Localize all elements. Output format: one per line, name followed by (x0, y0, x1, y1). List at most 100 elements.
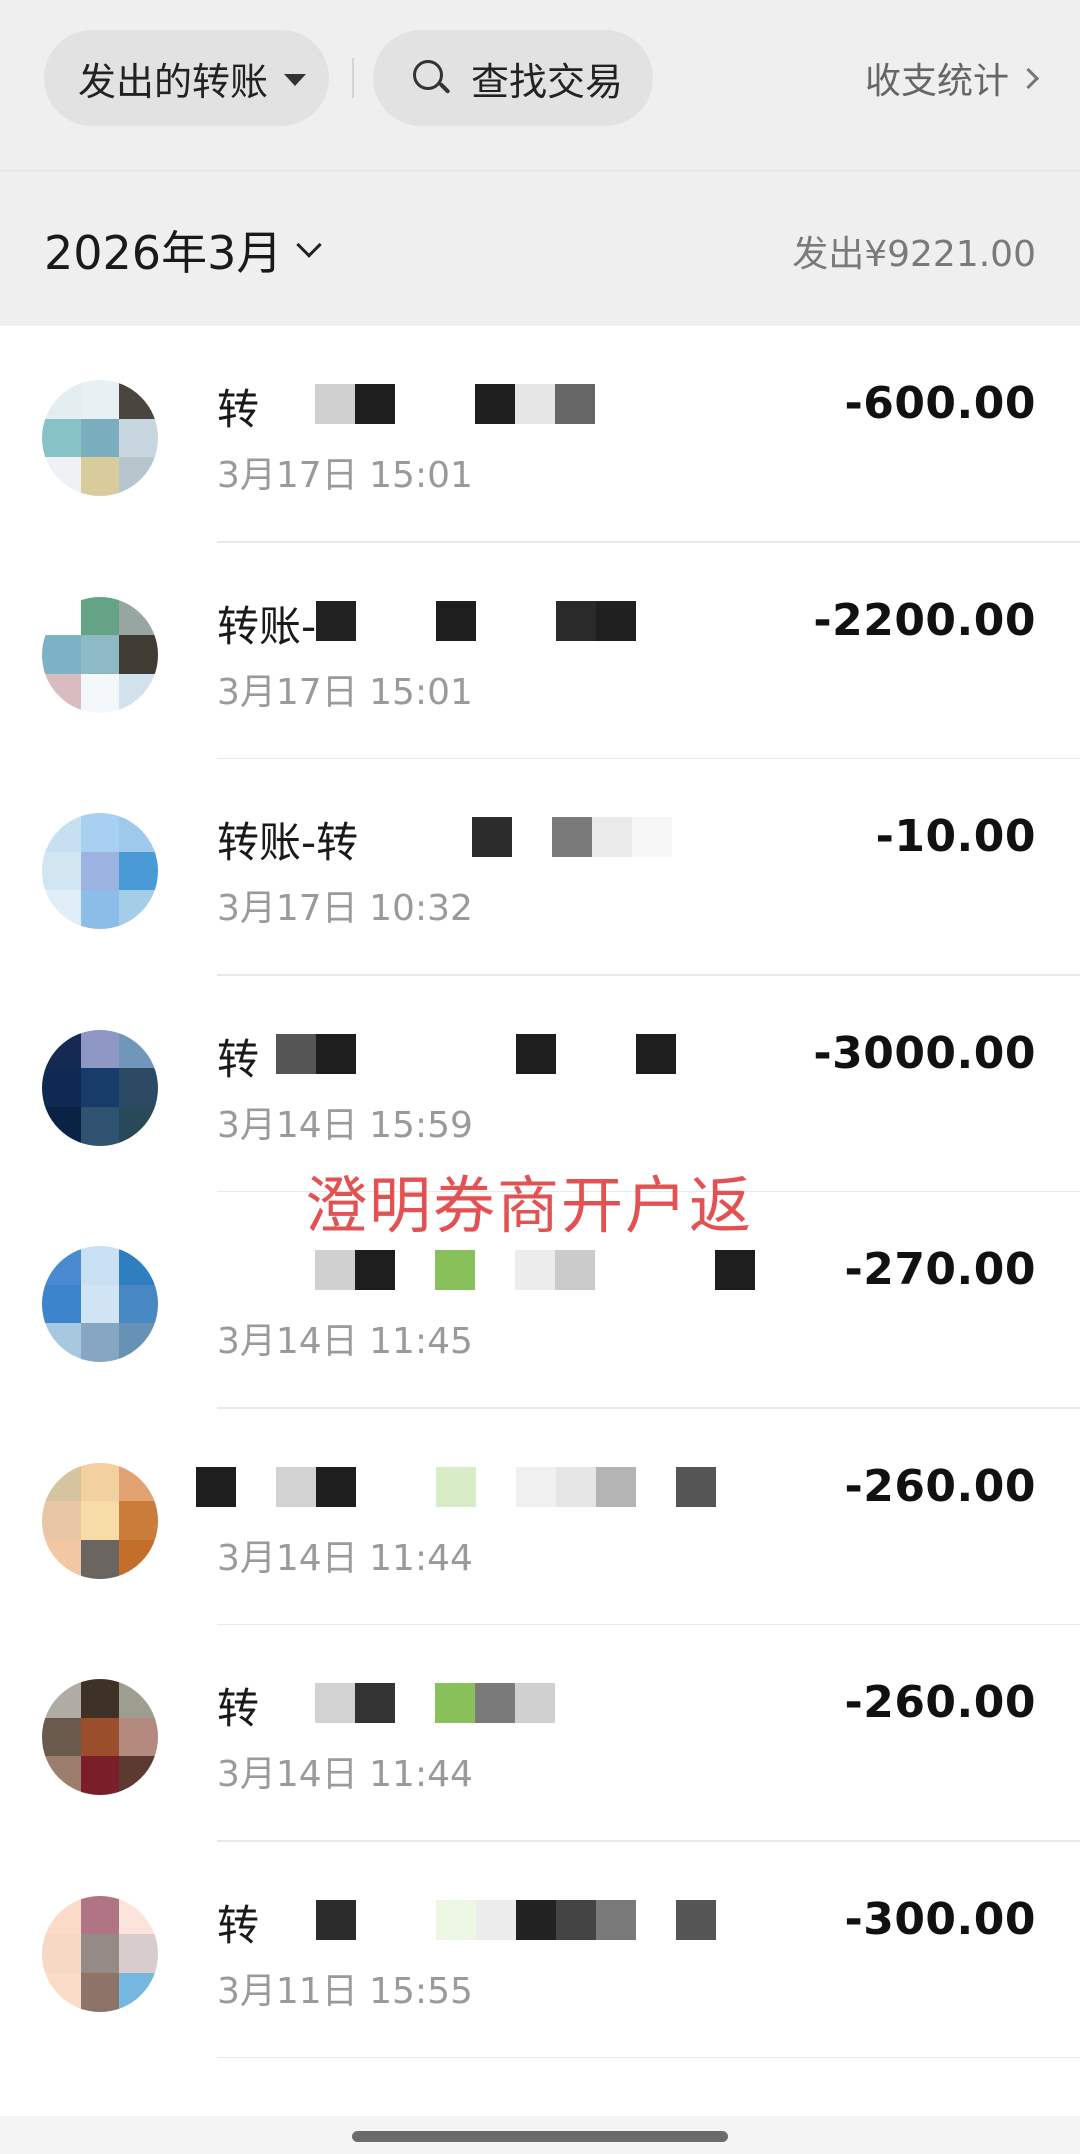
mosaic-cell (119, 673, 158, 713)
mosaic-cell (196, 1466, 236, 1507)
mosaic-cell (355, 1683, 395, 1723)
avatar-pixel-mosaic (42, 1679, 158, 1795)
mosaic-cell (516, 600, 556, 641)
mosaic-cell (276, 1466, 316, 1507)
mosaic-cell (516, 1466, 556, 1507)
mosaic-cell (119, 1462, 158, 1502)
mosaic-cell (42, 1501, 81, 1540)
month-selector[interactable]: 2026年3月 (44, 217, 323, 283)
mosaic-cell (556, 1033, 596, 1074)
mosaic-cell (119, 1717, 158, 1757)
mosaic-cell (356, 1466, 396, 1507)
transaction-title: 转账- (217, 601, 317, 651)
mosaic-cell (80, 813, 120, 852)
mosaic-cell (119, 1972, 158, 2012)
mosaic-cell (552, 817, 592, 857)
transaction-row[interactable]: 转 3月14日 11:44 -260.00 (0, 1625, 1080, 1842)
mosaic-cell (42, 635, 81, 674)
redaction-mosaic (315, 1250, 755, 1290)
transaction-time: 3月14日 11:44 (217, 1537, 473, 1579)
mosaic-cell (42, 1717, 81, 1757)
mosaic-cell (42, 1679, 81, 1718)
mosaic-cell (515, 1250, 555, 1290)
mosaic-cell (556, 600, 596, 641)
mosaic-cell (42, 1029, 81, 1069)
home-indicator[interactable] (352, 2131, 728, 2142)
mosaic-cell (472, 817, 512, 857)
income-expense-stats-link[interactable]: 收支统计 (864, 50, 1040, 106)
transaction-row[interactable]: 转 3月17日 15:01 -600.00 (0, 326, 1080, 543)
mosaic-cell (119, 1679, 158, 1718)
top-toolbar: 发出的转账 查找交易 收支统计 (0, 0, 1080, 170)
redaction-mosaic (315, 384, 595, 424)
mosaic-cell (396, 600, 436, 641)
transaction-title: 转 (217, 385, 260, 434)
mosaic-cell (396, 1466, 436, 1507)
mosaic-cell (676, 1466, 716, 1507)
transaction-title: 转账-转 (217, 818, 359, 867)
avatar (42, 1246, 158, 1362)
mosaic-cell (80, 1029, 120, 1069)
transaction-time: 3月14日 11:44 (217, 1754, 473, 1795)
transaction-time: 3月14日 15:59 (217, 1104, 473, 1146)
transaction-time: 3月17日 15:01 (217, 671, 473, 713)
mosaic-cell (119, 635, 158, 674)
mosaic-cell (356, 1899, 396, 1940)
mosaic-cell (435, 1683, 475, 1723)
mosaic-cell (119, 1895, 158, 1935)
redaction-mosaic (316, 600, 636, 641)
mosaic-cell (515, 384, 555, 424)
mosaic-cell (355, 384, 395, 424)
stats-label: 收支统计 (864, 61, 1009, 102)
avatar-pixel-mosaic (42, 380, 158, 496)
transaction-row[interactable]: 3月14日 11:44 -260.00 (0, 1409, 1080, 1625)
mosaic-cell (632, 817, 672, 857)
transaction-time: 3月17日 10:32 (217, 888, 473, 929)
mosaic-cell (515, 1683, 555, 1723)
mosaic-cell (80, 1539, 120, 1579)
mosaic-cell (80, 457, 120, 496)
mosaic-cell (675, 1250, 715, 1290)
mosaic-cell (119, 1934, 158, 1973)
search-icon (411, 58, 451, 98)
transfer-filter-dropdown[interactable]: 发出的转账 (44, 30, 329, 126)
mosaic-cell (596, 1033, 636, 1074)
mosaic-cell (676, 1899, 716, 1940)
mosaic-cell (436, 1466, 476, 1507)
transaction-amount: -300.00 (844, 1893, 1036, 1945)
mosaic-cell (80, 1972, 120, 2012)
mosaic-cell (596, 600, 636, 641)
transaction-amount: -270.00 (844, 1244, 1036, 1295)
mosaic-cell (396, 1033, 436, 1074)
avatar (42, 596, 158, 713)
mosaic-cell (435, 384, 475, 424)
avatar-pixel-mosaic (42, 1895, 158, 2012)
mosaic-cell (80, 1068, 120, 1107)
transaction-row[interactable]: 转账- 3月17日 15:01 -2200.00 (0, 543, 1080, 759)
mosaic-cell (42, 418, 81, 458)
caret-down-icon (284, 74, 307, 86)
mosaic-cell (592, 817, 632, 857)
transaction-row[interactable]: 转账-转 3月17日 10:32 -10.00 (0, 759, 1080, 976)
mosaic-cell (236, 1466, 276, 1507)
month-total-sent: 发出¥9221.00 (792, 234, 1036, 275)
mosaic-cell (516, 1899, 556, 1940)
mosaic-cell (80, 635, 120, 674)
search-transactions-button[interactable]: 查找交易 (373, 30, 653, 126)
transaction-row[interactable]: 转 3月11日 15:55 -300.00 (0, 1842, 1080, 2058)
row-divider (217, 2056, 1080, 2058)
mosaic-cell (80, 1462, 120, 1502)
mosaic-cell (395, 1250, 435, 1290)
transaction-title: 转 (217, 1684, 260, 1733)
mosaic-cell (715, 1250, 755, 1290)
mosaic-cell (80, 596, 120, 636)
avatar-pixel-mosaic (42, 1462, 158, 1579)
mosaic-cell (636, 1899, 676, 1940)
mosaic-cell (119, 380, 158, 419)
mosaic-cell (316, 1033, 356, 1074)
watermark-text: 澄明券商开户返 (305, 1169, 754, 1242)
mosaic-cell (119, 1246, 158, 1285)
mosaic-cell (42, 1106, 81, 1146)
mosaic-cell (80, 1934, 120, 1973)
mosaic-cell (435, 1250, 475, 1290)
